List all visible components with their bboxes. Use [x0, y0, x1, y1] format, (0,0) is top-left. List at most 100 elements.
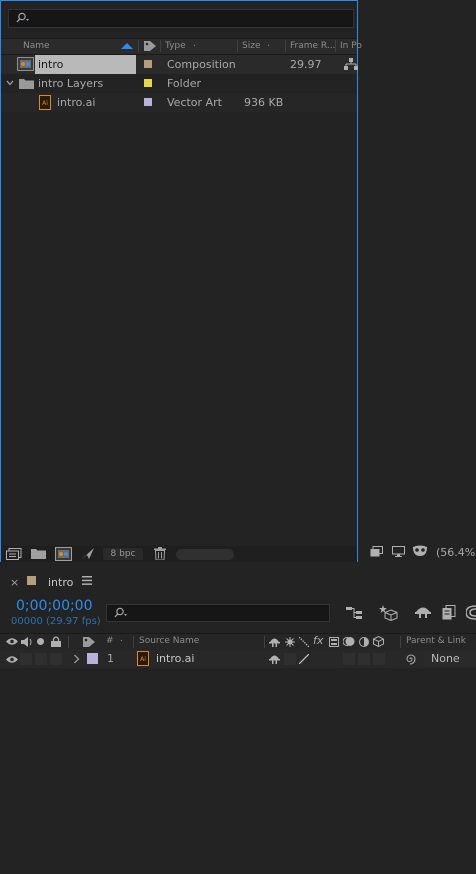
project-item-name: intro.ai — [57, 96, 96, 109]
column-layer-number-header[interactable]: # — [106, 636, 114, 646]
column-in-point-header[interactable]: In Po — [340, 41, 362, 51]
3d-layer-toggle[interactable] — [373, 653, 385, 665]
project-item-size: 936 KB — [244, 96, 284, 109]
frame-rate-readout: 00000 (29.97 fps) — [11, 616, 101, 627]
project-search-input[interactable] — [8, 9, 354, 28]
video-visibility-icon[interactable] — [6, 637, 18, 646]
mask-visibility-icon[interactable] — [412, 545, 428, 557]
expand-chevron-icon[interactable] — [6, 79, 14, 87]
render-queue-icon[interactable] — [81, 547, 95, 560]
adjustment-layer-icon[interactable] — [359, 637, 369, 647]
sort-ascending-icon[interactable] — [121, 43, 133, 49]
frame-blend-switch-icon[interactable] — [329, 637, 339, 647]
audio-icon[interactable] — [21, 637, 33, 647]
project-column-header: Name Type . Size . Frame R... In Po — [1, 38, 362, 55]
column-frame-rate-header[interactable]: Frame R... — [290, 41, 335, 51]
search-icon — [113, 607, 129, 619]
effects-switch-icon[interactable]: fx — [313, 634, 323, 647]
label-color-swatch[interactable] — [144, 79, 152, 87]
shy-switch-icon[interactable] — [269, 637, 280, 647]
current-time-display[interactable]: 0;00;00;00 — [16, 598, 93, 614]
project-item-frame-rate: 29.97 — [290, 58, 322, 71]
label-tag-icon[interactable] — [143, 40, 157, 52]
svg-text:Ai: Ai — [42, 100, 48, 107]
close-tab-icon[interactable]: × — [10, 576, 19, 589]
motion-blur-toggle[interactable] — [343, 653, 355, 665]
column-divider[interactable] — [285, 40, 286, 52]
draft-3d-icon[interactable] — [379, 604, 399, 621]
frame-blending-icon[interactable] — [442, 605, 456, 620]
timeline-tab-title[interactable]: intro — [48, 576, 73, 589]
column-divider[interactable] — [400, 636, 401, 648]
parent-pick-whip-icon[interactable] — [405, 653, 417, 665]
column-divider[interactable] — [237, 40, 238, 52]
column-size-header[interactable]: Size — [242, 41, 260, 51]
tab-label-color-swatch — [27, 576, 36, 585]
audio-toggle[interactable] — [20, 653, 32, 665]
column-name-header[interactable]: Name — [23, 41, 50, 51]
column-dot: . — [120, 634, 123, 644]
collapse-transform-toggle[interactable] — [284, 653, 296, 665]
project-item-vector-art[interactable]: Ai intro.ai Vector Art 936 KB — [1, 93, 357, 112]
collapse-transform-icon[interactable] — [285, 637, 295, 647]
horizontal-scrollbar[interactable] — [176, 549, 234, 560]
monitor-icon[interactable] — [392, 546, 405, 557]
motion-blur-switch-icon[interactable] — [343, 636, 355, 647]
adjustment-layer-toggle[interactable] — [358, 653, 370, 665]
project-bottom-toolbar: 8 bpc — [1, 546, 357, 562]
column-divider[interactable] — [160, 40, 161, 52]
column-parent-link-header[interactable]: Parent & Link — [406, 636, 466, 646]
timeline-tab-bar: × intro — [0, 570, 476, 594]
label-tag-icon[interactable] — [82, 636, 96, 648]
layer-visibility-icon[interactable] — [6, 655, 18, 664]
project-item-name: intro Layers — [38, 77, 104, 90]
new-composition-icon[interactable] — [55, 547, 72, 561]
color-depth-button[interactable]: 8 bpc — [103, 548, 143, 560]
quality-switch-icon[interactable] — [299, 637, 309, 647]
motion-blur-icon[interactable] — [466, 605, 476, 620]
solo-icon[interactable] — [37, 638, 44, 645]
column-type-header[interactable]: Type — [165, 41, 186, 51]
project-item-type: Vector Art — [167, 96, 222, 109]
column-divider[interactable] — [68, 636, 69, 648]
lock-toggle[interactable] — [50, 653, 62, 665]
column-divider[interactable] — [138, 40, 139, 52]
illustrator-file-icon: Ai — [137, 651, 149, 666]
layer-shy-switch-icon[interactable] — [269, 654, 280, 664]
3d-layer-icon[interactable] — [373, 636, 384, 647]
project-item-type: Composition — [167, 58, 236, 71]
column-divider[interactable] — [335, 40, 336, 52]
layer-quality-switch-icon[interactable] — [299, 654, 309, 664]
trash-icon[interactable] — [154, 547, 166, 560]
column-dot: . — [193, 39, 196, 49]
comp-flowchart-icon[interactable] — [346, 606, 364, 620]
panel-menu-icon[interactable] — [82, 576, 92, 585]
flowchart-icon[interactable] — [344, 58, 358, 71]
shy-layers-icon[interactable] — [414, 605, 432, 619]
column-divider[interactable] — [133, 636, 134, 648]
layer-label-color-swatch[interactable] — [87, 653, 98, 664]
label-color-swatch[interactable] — [144, 60, 152, 68]
layer-source-name[interactable]: intro.ai — [156, 652, 194, 665]
lock-icon[interactable] — [51, 636, 61, 647]
interpret-footage-icon[interactable] — [6, 548, 22, 560]
project-item-folder[interactable]: intro Layers Folder — [1, 74, 357, 93]
project-panel: Name Type . Size . Frame R... In Po intr… — [0, 0, 362, 562]
illustrator-file-icon: Ai — [39, 95, 51, 110]
layer-expand-chevron-icon[interactable] — [73, 654, 80, 664]
new-folder-icon[interactable] — [31, 548, 46, 559]
parent-dropdown[interactable]: None — [424, 652, 476, 666]
layer-number: 1 — [107, 652, 114, 665]
timeline-search-input[interactable] — [106, 604, 330, 622]
project-item-composition[interactable]: intro Composition 29.97 — [1, 55, 358, 74]
composition-icon — [17, 57, 34, 71]
svg-text:Ai: Ai — [140, 656, 146, 663]
column-divider[interactable] — [264, 636, 265, 648]
label-color-swatch[interactable] — [144, 98, 152, 106]
timeline-layer-row[interactable]: 1 Ai intro.ai None — [0, 650, 476, 668]
solo-toggle[interactable] — [35, 653, 47, 665]
snapshot-icon[interactable] — [370, 546, 383, 557]
zoom-level-dropdown[interactable]: (56.4%) — [436, 546, 476, 559]
parent-dropdown-value: None — [431, 652, 460, 665]
column-source-name-header[interactable]: Source Name — [139, 636, 199, 646]
